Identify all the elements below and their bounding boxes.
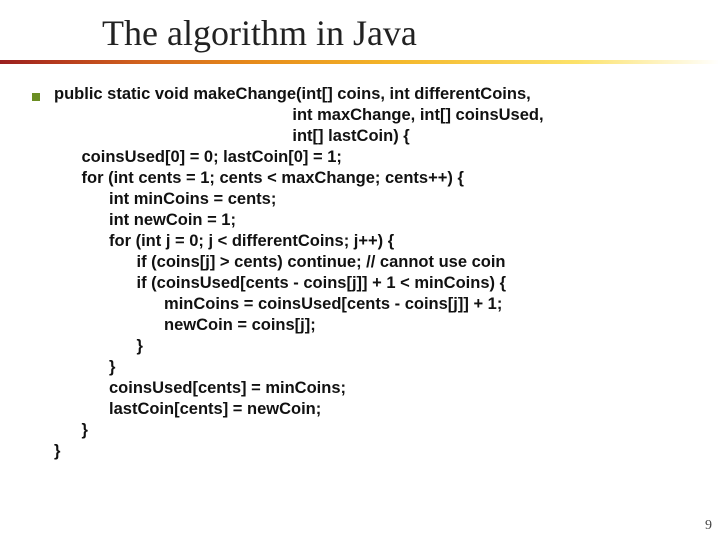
title-underline: [0, 60, 720, 64]
code-line: coinsUsed[cents] = minCoins;: [54, 379, 346, 397]
code-line: coinsUsed[0] = 0; lastCoin[0] = 1;: [54, 148, 342, 166]
code-line: for (int cents = 1; cents < maxChange; c…: [54, 169, 464, 187]
code-line: if (coinsUsed[cents - coins[j]] + 1 < mi…: [54, 274, 506, 292]
bullet-icon: [32, 93, 40, 101]
code-line: }: [54, 358, 115, 376]
code-line: int maxChange, int[] coinsUsed,: [54, 106, 544, 124]
code-line: int minCoins = cents;: [54, 190, 276, 208]
code-line: lastCoin[cents] = newCoin;: [54, 400, 321, 418]
code-line: newCoin = coins[j];: [54, 316, 316, 334]
code-line: minCoins = coinsUsed[cents - coins[j]] +…: [54, 295, 502, 313]
underline-gradient: [0, 60, 720, 64]
page-number: 9: [705, 518, 712, 534]
code-line: for (int j = 0; j < differentCoins; j++)…: [54, 232, 394, 250]
slide-title: The algorithm in Java: [102, 12, 417, 54]
code-block: public static void makeChange(int[] coin…: [54, 84, 544, 462]
code-line: int newCoin = 1;: [54, 211, 236, 229]
slide: The algorithm in Java public static void…: [0, 0, 720, 540]
code-line: if (coins[j] > cents) continue; // canno…: [54, 253, 506, 271]
code-line: public static void makeChange(int[] coin…: [54, 85, 531, 103]
code-line: }: [54, 337, 143, 355]
code-line: }: [54, 442, 60, 460]
code-line: int[] lastCoin) {: [54, 127, 410, 145]
code-line: }: [54, 421, 88, 439]
